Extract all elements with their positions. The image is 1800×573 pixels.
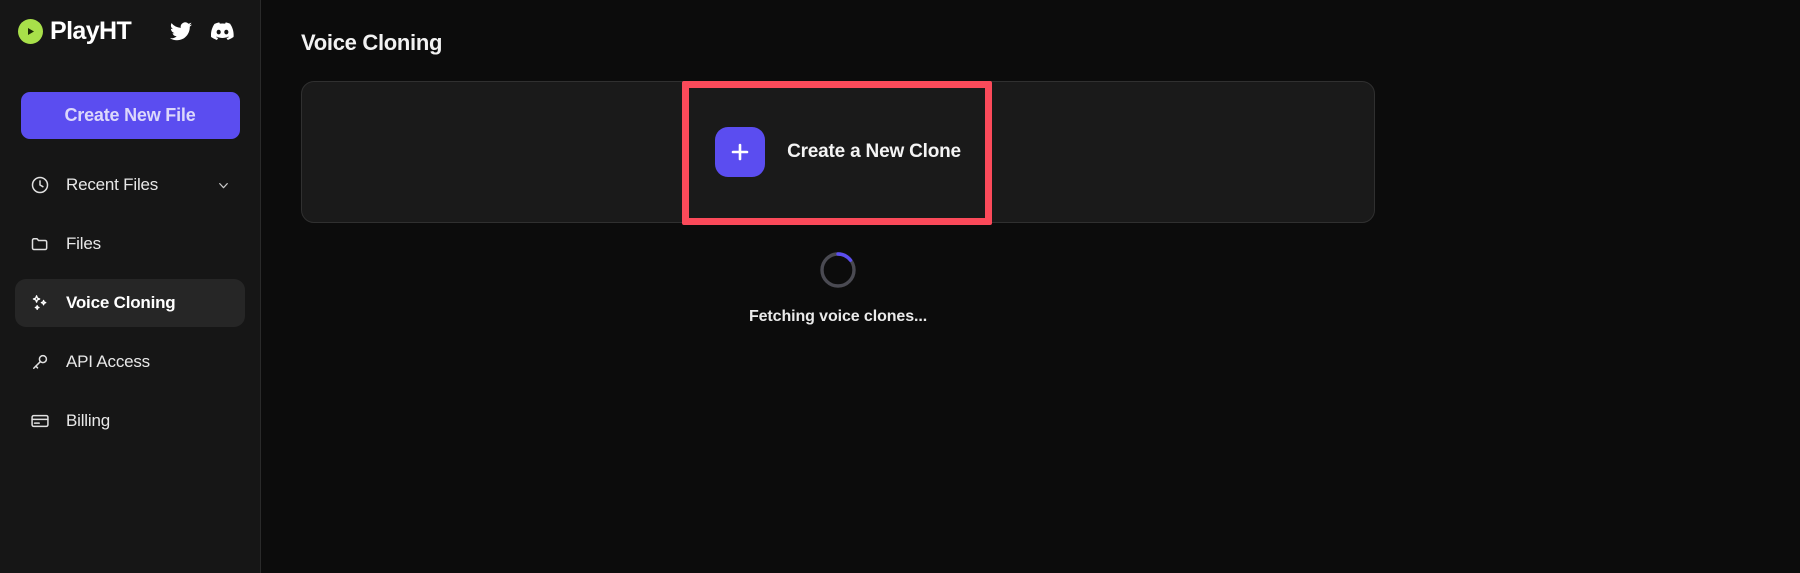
chevron-down-icon[interactable]: [215, 177, 231, 193]
sidebar: PlayHT Create New File Recent Files File…: [0, 0, 261, 573]
plus-icon: [715, 127, 766, 177]
sidebar-item-files[interactable]: Files: [15, 220, 245, 268]
main-content: Voice Cloning Create a New Clone Fetchin…: [261, 0, 1800, 573]
social-links: [169, 20, 234, 43]
play-circle-icon: [18, 18, 43, 44]
brand-name: PlayHT: [50, 16, 132, 45]
sidebar-item-label: Recent Files: [66, 175, 159, 194]
loading-state: Fetching voice clones...: [301, 249, 1375, 326]
sidebar-item-voice-cloning[interactable]: Voice Cloning: [15, 279, 245, 327]
sparkles-icon: [29, 292, 51, 314]
create-a-new-clone-button[interactable]: Create a New Clone: [715, 127, 961, 177]
sidebar-item-label: Voice Cloning: [66, 293, 176, 312]
sidebar-item-label: API Access: [66, 352, 150, 371]
credit-card-icon: [29, 410, 51, 432]
loading-spinner-icon: [817, 249, 859, 291]
key-icon: [29, 351, 51, 373]
sidebar-item-billing[interactable]: Billing: [15, 397, 245, 445]
sidebar-item-recent-files[interactable]: Recent Files: [15, 161, 245, 209]
loading-text: Fetching voice clones...: [748, 308, 928, 325]
clock-icon: [29, 174, 51, 196]
brand-row: PlayHT: [0, 0, 260, 62]
page-title: Voice Cloning: [301, 30, 443, 55]
voice-clone-card: Create a New Clone: [301, 81, 1375, 225]
folder-icon: [29, 233, 51, 255]
twitter-icon[interactable]: [169, 20, 192, 43]
brand-logo[interactable]: PlayHT: [18, 16, 132, 45]
create-a-new-clone-label: Create a New Clone: [787, 141, 961, 162]
sidebar-item-label: Files: [66, 234, 101, 253]
sidebar-nav: Recent Files Files Voice Cloning API Acc…: [0, 161, 260, 445]
sidebar-item-api-access[interactable]: API Access: [15, 338, 245, 386]
create-new-file-button[interactable]: Create New File: [20, 92, 240, 139]
sidebar-item-label: Billing: [66, 411, 110, 430]
discord-icon[interactable]: [211, 20, 234, 43]
app-root: PlayHT Create New File Recent Files File…: [0, 0, 1800, 573]
